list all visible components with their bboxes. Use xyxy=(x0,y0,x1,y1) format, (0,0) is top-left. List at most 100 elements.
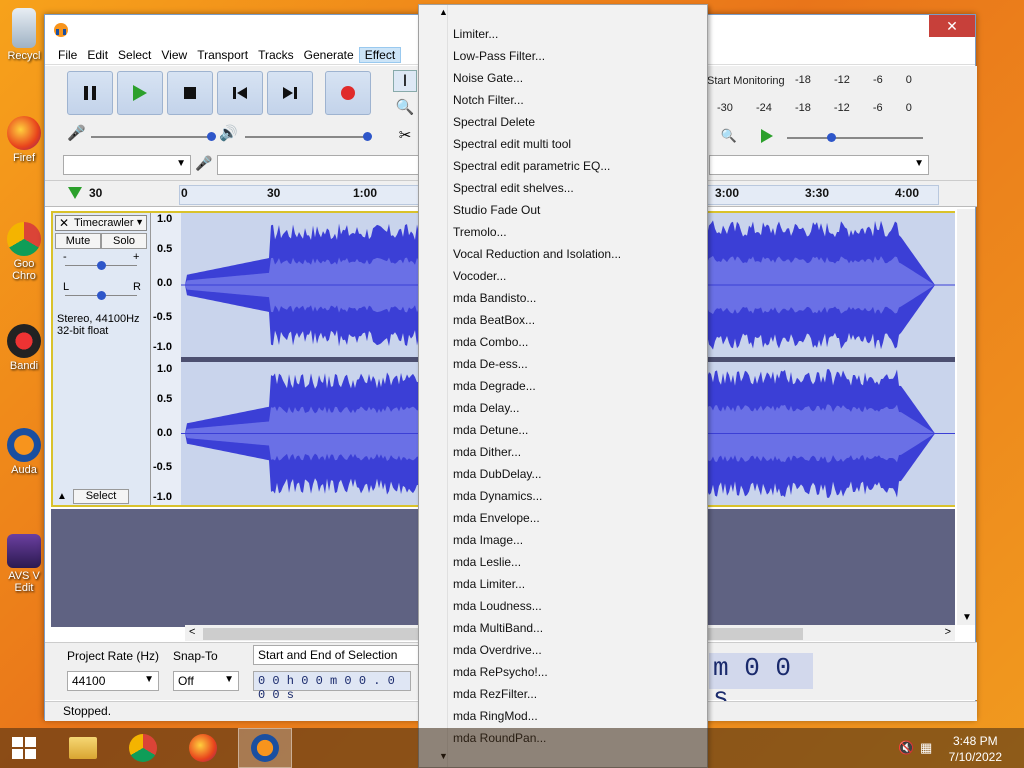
stop-button[interactable] xyxy=(167,71,213,115)
collapse-track-icon[interactable]: ▲ xyxy=(57,491,67,502)
recording-device-dropdown[interactable] xyxy=(217,155,421,175)
audio-host-dropdown[interactable]: ▼ xyxy=(63,155,191,175)
scroll-down-icon: ▼ xyxy=(962,612,972,623)
effect-menu-item[interactable]: mda RingMod... xyxy=(453,705,538,727)
effect-menu-item[interactable]: mda Degrade... xyxy=(453,375,536,397)
effect-menu-item[interactable]: mda Limiter... xyxy=(453,573,525,595)
effect-menu-item[interactable]: Vocoder... xyxy=(453,265,506,287)
zoom-tool[interactable]: 🔍 xyxy=(393,96,417,118)
volume-muted-icon[interactable]: 🔇 xyxy=(898,740,914,756)
audio-position-display[interactable]: m 0 0 s xyxy=(709,653,813,713)
effect-menu-item[interactable]: mda Bandisto... xyxy=(453,287,536,309)
scroll-up-icon[interactable]: ▲ xyxy=(439,7,449,17)
track-name-menu[interactable]: Timecrawler xyxy=(74,217,134,229)
effect-menu-item[interactable]: Spectral edit parametric EQ... xyxy=(453,155,610,177)
effect-menu-item[interactable]: mda Dynamics... xyxy=(453,485,542,507)
effect-menu-item[interactable]: mda MultiBand... xyxy=(453,617,543,639)
effect-menu-item[interactable]: mda De-ess... xyxy=(453,353,528,375)
effect-menu-item[interactable]: mda Loudness... xyxy=(453,595,542,617)
play-speed-slider[interactable] xyxy=(787,137,923,139)
effect-menu-item[interactable]: Spectral edit shelves... xyxy=(453,177,574,199)
playback-device-dropdown[interactable]: ▼ xyxy=(709,155,929,175)
select-track-button[interactable]: Select xyxy=(73,489,129,504)
desktop-icon-chrome[interactable]: Goo Chro xyxy=(0,222,48,282)
effect-menu-item[interactable]: Tremolo... xyxy=(453,221,507,243)
desktop-icon-audacity[interactable]: Auda xyxy=(0,428,48,476)
menu-file[interactable]: File xyxy=(53,48,82,62)
menu-generate[interactable]: Generate xyxy=(299,48,359,62)
effect-menu-item[interactable]: mda Dither... xyxy=(453,441,521,463)
menu-select[interactable]: Select xyxy=(113,48,156,62)
solo-button[interactable]: Solo xyxy=(101,233,147,249)
desktop-icon-firefox[interactable]: Firef xyxy=(0,116,48,164)
project-rate-dropdown[interactable]: 44100 ▼ xyxy=(67,671,159,691)
recording-volume-slider[interactable] xyxy=(91,136,211,138)
playback-volume-slider[interactable] xyxy=(245,136,365,138)
selection-tool[interactable]: I xyxy=(393,70,417,92)
record-button[interactable] xyxy=(325,71,371,115)
mute-button[interactable]: Mute xyxy=(55,233,101,249)
pan-left-label: L xyxy=(63,281,70,293)
effect-menu-item[interactable]: Noise Gate... xyxy=(453,67,523,89)
scroll-left-icon: < xyxy=(189,626,196,638)
effect-menu-item[interactable]: mda Leslie... xyxy=(453,551,521,573)
recording-volume-knob[interactable] xyxy=(207,132,216,141)
menu-edit[interactable]: Edit xyxy=(82,48,113,62)
selection-mode-dropdown[interactable]: Start and End of Selection xyxy=(253,645,419,665)
skip-to-start-button[interactable] xyxy=(217,71,263,115)
zoom-toggle-button[interactable]: 🔍 xyxy=(717,125,741,147)
snap-to-dropdown[interactable]: Off ▼ xyxy=(173,671,239,691)
gain-plus-label: + xyxy=(133,251,140,263)
effect-menu-item[interactable]: mda RePsycho!... xyxy=(453,661,548,683)
pause-button[interactable] xyxy=(67,71,113,115)
close-track-icon[interactable]: ✕ xyxy=(59,216,69,230)
effect-menu-item[interactable]: mda Envelope... xyxy=(453,507,540,529)
close-button[interactable]: ✕ xyxy=(929,15,975,37)
desktop-icon-avs-video-editor[interactable]: AVS V Edit xyxy=(0,534,48,594)
effect-menu-item[interactable]: mda Detune... xyxy=(453,419,528,441)
desktop-icon-label: Bandi xyxy=(9,360,39,372)
vertical-scrollbar[interactable]: ▼ xyxy=(957,209,975,625)
selection-start-time[interactable]: 0 0 h 0 0 m 0 0 . 0 0 0 s xyxy=(253,671,411,702)
effect-menu-item[interactable]: Spectral edit multi tool xyxy=(453,133,571,155)
taskbar-chrome[interactable] xyxy=(116,728,170,768)
effect-menu-item[interactable]: mda Combo... xyxy=(453,331,528,353)
taskbar-file-explorer[interactable] xyxy=(56,728,110,768)
effect-menu-item[interactable]: Low-Pass Filter... xyxy=(453,45,545,67)
effect-menu-item[interactable]: mda Delay... xyxy=(453,397,519,419)
effect-menu-item[interactable]: Studio Fade Out xyxy=(453,199,540,221)
play-button[interactable] xyxy=(117,71,163,115)
chevron-down-icon: ▼ xyxy=(176,158,186,169)
effect-menu-item[interactable]: Notch Filter... xyxy=(453,89,524,111)
amplitude-scale: 1.0 0.5 0.0 -0.5 -1.0 1.0 0.5 0.0 -0.5 -… xyxy=(151,213,181,505)
effect-menu-item[interactable]: mda DubDelay... xyxy=(453,463,541,485)
network-icon[interactable]: ▦ xyxy=(920,740,932,756)
menu-tracks[interactable]: Tracks xyxy=(253,48,299,62)
effect-menu-item[interactable]: mda Image... xyxy=(453,529,523,551)
effect-menu-item[interactable]: mda RezFilter... xyxy=(453,683,537,705)
effect-menu-item[interactable]: Limiter... xyxy=(453,23,498,45)
menu-effect[interactable]: Effect xyxy=(358,46,402,63)
multi-tool[interactable]: ✂ xyxy=(393,124,417,146)
start-button[interactable] xyxy=(0,728,48,768)
effect-menu-item[interactable]: Vocal Reduction and Isolation... xyxy=(453,243,621,265)
system-clock[interactable]: 3:48 PM 7/10/2022 xyxy=(949,733,1002,765)
desktop-icon-bandicam[interactable]: Bandi xyxy=(0,324,48,372)
menu-transport[interactable]: Transport xyxy=(192,48,253,62)
menu-view[interactable]: View xyxy=(156,48,192,62)
playback-volume-knob[interactable] xyxy=(363,132,372,141)
taskbar-firefox[interactable] xyxy=(176,728,230,768)
taskbar-audacity[interactable] xyxy=(238,728,292,768)
play-speed-knob[interactable] xyxy=(827,133,836,142)
effect-menu-item[interactable]: mda Overdrive... xyxy=(453,639,542,661)
desktop-icon-recycle-bin[interactable]: Recycl xyxy=(0,8,48,62)
skip-to-end-button[interactable] xyxy=(267,71,313,115)
start-monitoring-label[interactable]: Start Monitoring xyxy=(707,75,785,87)
play-at-speed-button[interactable] xyxy=(755,125,779,147)
gain-knob[interactable] xyxy=(97,261,106,270)
chevron-down-icon: ▼ xyxy=(914,158,924,169)
tick-label: 3:00 xyxy=(715,186,740,200)
effect-menu-item[interactable]: Spectral Delete xyxy=(453,111,535,133)
pan-knob[interactable] xyxy=(97,291,106,300)
effect-menu-item[interactable]: mda BeatBox... xyxy=(453,309,535,331)
